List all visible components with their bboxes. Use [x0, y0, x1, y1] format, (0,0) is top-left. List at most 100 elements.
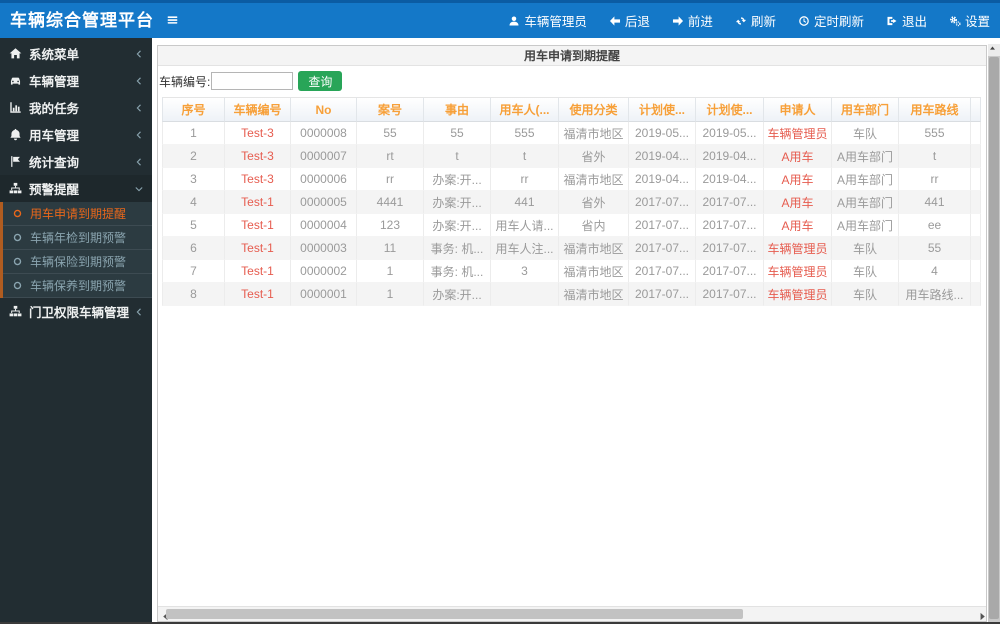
vehicle-number-input[interactable]: [211, 72, 294, 90]
table-area: 序号 车辆编号 No 案号 事由 用车人(... 使用分类 计划使... 计划使... 申请人 用车…: [162, 97, 986, 306]
cell: 55: [898, 237, 970, 260]
cell: 0000005: [290, 191, 356, 214]
nav-refresh[interactable]: 刷新: [735, 11, 776, 30]
insurance-due-circle-icon: [12, 256, 23, 267]
column-header-1[interactable]: 车辆编号: [224, 97, 290, 122]
horizontal-scrollbar[interactable]: [158, 606, 986, 621]
table-row[interactable]: 4 Test-1 0000005 4441 办案:开... 441 省外 2017-07...…: [162, 191, 981, 214]
table-row[interactable]: 8 Test-1 0000001 1 办案:开... 福清市地区 2017-07... 201…: [162, 283, 981, 306]
sidebar-menu: 系统菜单 车辆管理我的任务用车管理 统计查询 预警提醒用车申请到期提醒车辆年检到期预警…: [0, 38, 152, 325]
cell: 2019-05...: [628, 122, 695, 145]
scroll-right-triangle-icon: [976, 610, 986, 621]
table-row[interactable]: 6 Test-1 0000003 11 事务: 机... 用车人注... 福清市地区 2017…: [162, 237, 981, 260]
topbar: 车辆综合管理平台 车辆管理员 后退 前进 刷新 定时刷新 退出 设置: [0, 0, 1000, 38]
cell: 2019-04...: [628, 145, 695, 168]
column-header-5[interactable]: 用车人(...: [490, 97, 558, 122]
sidebar-subitem-annual-inspection-due[interactable]: 车辆年检到期预警: [3, 226, 152, 250]
nav-logout[interactable]: 退出: [886, 11, 927, 30]
chevron-left-icon: [134, 103, 144, 113]
table-row[interactable]: 5 Test-1 0000004 123 办案:开... 用车人请... 省内 2017-07…: [162, 214, 981, 237]
cell: 省外: [558, 145, 628, 168]
search-label: 车辆编号:: [159, 74, 211, 89]
cell: rr: [898, 168, 970, 191]
table-row[interactable]: 1 Test-3 0000008 55 55 555 福清市地区 2019-05... 2019…: [162, 122, 981, 145]
gears-icon: [949, 15, 961, 27]
sidebar-item-gate-permission-vehicle-mgmt[interactable]: 门卫权限车辆管理: [0, 298, 152, 325]
column-header-3[interactable]: 案号: [356, 97, 423, 122]
column-header-8[interactable]: 计划使...: [695, 97, 763, 122]
column-header-7[interactable]: 计划使...: [628, 97, 695, 122]
sidebar-item-stats-query[interactable]: 统计查询: [0, 148, 152, 175]
subitem-label: 用车申请到期提醒: [30, 207, 127, 221]
annual-inspection-due-circle-icon: [12, 232, 23, 243]
cell: 办案:开...: [423, 168, 490, 191]
sidebar-subitem-maintenance-due[interactable]: 车辆保养到期预警: [3, 274, 152, 298]
nav-forward-label: 前进: [687, 15, 713, 29]
table-row[interactable]: 2 Test-3 0000007 rt t t 省外 2019-04... 2019-04...…: [162, 145, 981, 168]
user-menu[interactable]: 车辆管理员: [508, 11, 587, 30]
chart-icon: [9, 101, 22, 114]
sidebar-item-my-tasks[interactable]: 我的任务: [0, 94, 152, 121]
main-content: 用车申请到期提醒 车辆编号: 查询 序号 车辆编号 No 案号 事由 用车人(... 使用分…: [152, 38, 988, 622]
maintenance-due-circle-icon: [12, 280, 23, 291]
cell: 事务: 机...: [423, 237, 490, 260]
scroll-right-arrow-icon[interactable]: [976, 610, 986, 621]
sidebar-subitem-use-apply-due-reminder[interactable]: 用车申请到期提醒: [3, 202, 152, 226]
column-header-0[interactable]: 序号: [162, 97, 224, 122]
nav-back[interactable]: 后退: [609, 11, 650, 30]
cell: Test-1: [224, 260, 290, 283]
column-header-10[interactable]: 用车部门: [831, 97, 898, 122]
column-header-6[interactable]: 使用分类: [558, 97, 628, 122]
horizontal-scrollbar-thumb[interactable]: [166, 609, 743, 619]
search-bar: 车辆编号: 查询: [158, 66, 986, 96]
query-button[interactable]: 查询: [298, 71, 343, 91]
table-body: 1 Test-3 0000008 55 55 555 福清市地区 2019-05... 2019…: [162, 122, 981, 306]
nav-forward[interactable]: 前进: [672, 11, 713, 30]
sidebar-item-vehicle-use-mgmt[interactable]: 用车管理: [0, 121, 152, 148]
cell: Test-3: [224, 122, 290, 145]
column-header-4[interactable]: 事由: [423, 97, 490, 122]
app-title: 车辆综合管理平台: [10, 11, 154, 30]
sidebar-item-label: 门卫权限车辆管理: [29, 306, 130, 320]
cell: 55: [356, 122, 423, 145]
data-table: 序号 车辆编号 No 案号 事由 用车人(... 使用分类 计划使... 计划使... 申请人 用车…: [162, 97, 981, 306]
nav-timed-refresh[interactable]: 定时刷新: [798, 11, 864, 30]
cell: t: [490, 145, 558, 168]
cell: Test-3: [224, 168, 290, 191]
cell-partial: [970, 145, 981, 168]
table-row[interactable]: 7 Test-1 0000002 1 事务: 机... 3 福清市地区 2017-07... 2…: [162, 260, 981, 283]
cell: 3: [490, 260, 558, 283]
nav-settings[interactable]: 设置: [949, 11, 990, 30]
cell: 11: [356, 237, 423, 260]
cell: ee: [898, 214, 970, 237]
column-header-11[interactable]: 用车路线: [898, 97, 970, 122]
cell: 7: [162, 260, 224, 283]
cell: 4: [898, 260, 970, 283]
home-icon: [9, 47, 22, 60]
sidebar-item-vehicle-management[interactable]: 车辆管理: [0, 67, 152, 94]
scroll-up-arrow-icon[interactable]: [988, 44, 1000, 56]
sidebar-item-system-menu[interactable]: 系统菜单: [0, 40, 152, 67]
vertical-scrollbar-thumb[interactable]: [989, 57, 999, 619]
cell: 省外: [558, 191, 628, 214]
vertical-scrollbar[interactable]: [988, 44, 1000, 622]
refresh-icon: [735, 15, 747, 27]
cell: A用车: [763, 145, 831, 168]
cell: 55: [423, 122, 490, 145]
sidebar-toggle-button[interactable]: [163, 12, 181, 30]
column-header-9[interactable]: 申请人: [763, 97, 831, 122]
cell-partial: [970, 214, 981, 237]
sidebar-item-label: 我的任务: [29, 102, 80, 116]
sidebar-subitem-insurance-due[interactable]: 车辆保险到期预警: [3, 250, 152, 274]
cell: t: [898, 145, 970, 168]
cell: A用车部门: [831, 214, 898, 237]
cell: 福清市地区: [558, 283, 628, 306]
nav-settings-label: 设置: [964, 15, 990, 29]
column-header-2[interactable]: No: [290, 97, 356, 122]
cell: 车辆管理员: [763, 283, 831, 306]
cell: 2017-07...: [695, 237, 763, 260]
cell: rr: [356, 168, 423, 191]
sidebar-item-alert-reminder[interactable]: 预警提醒: [0, 175, 152, 202]
cell: 车队: [831, 283, 898, 306]
table-row[interactable]: 3 Test-3 0000006 rr 办案:开... rr 福清市地区 2019-04...…: [162, 168, 981, 191]
